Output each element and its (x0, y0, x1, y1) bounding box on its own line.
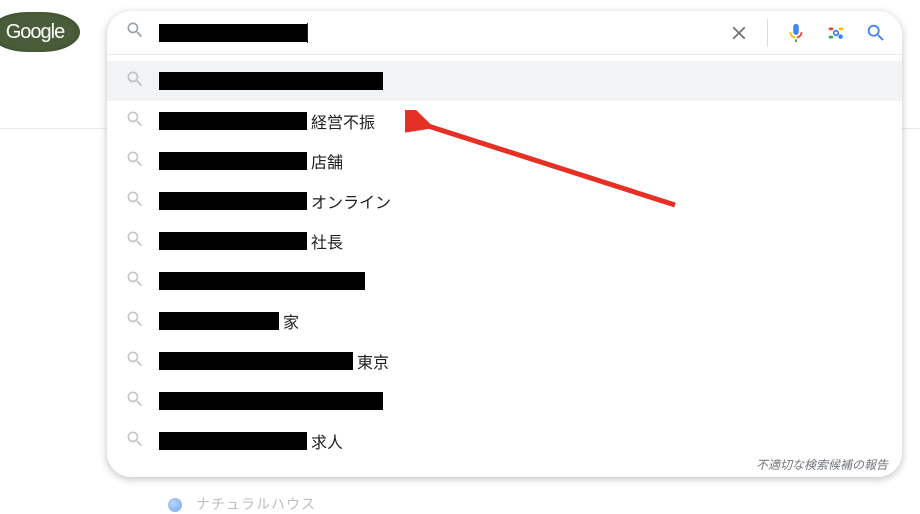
suggestion-item[interactable] (107, 261, 902, 301)
suggestion-item[interactable]: 社長 (107, 221, 902, 261)
logo-text: Google (6, 21, 65, 44)
suggestion-text: 家 (159, 309, 299, 333)
suggestion-text (159, 392, 383, 410)
search-icon (125, 20, 145, 45)
google-logo[interactable]: Google (0, 12, 80, 52)
redacted-text (159, 112, 307, 130)
suggestion-text (159, 72, 383, 90)
suggestion-suffix: 経営不振 (311, 109, 375, 133)
suggestions-list: 経営不振店舗オンライン社長家東京求人 (107, 55, 902, 471)
redacted-text (159, 192, 307, 210)
search-button-icon[interactable] (864, 21, 888, 45)
redacted-text (159, 232, 307, 250)
suggestion-item[interactable]: 店舗 (107, 141, 902, 181)
voice-search-icon[interactable] (784, 21, 808, 45)
suggestion-suffix: 社長 (311, 229, 343, 253)
suggestion-item[interactable]: 経営不振 (107, 101, 902, 141)
suggestion-suffix: オンライン (311, 189, 391, 213)
search-icon (125, 189, 145, 214)
suggestion-text (159, 272, 365, 290)
result-favicon (168, 498, 182, 512)
search-icon (125, 429, 145, 454)
search-dropdown-container: 経営不振店舗オンライン社長家東京求人 不適切な検索候補の報告 (107, 11, 902, 477)
redacted-text (159, 152, 307, 170)
clear-icon[interactable] (727, 21, 751, 45)
search-icon (125, 269, 145, 294)
suggestion-suffix: 店舗 (311, 149, 343, 173)
search-input[interactable] (159, 22, 717, 44)
redacted-text (159, 312, 279, 330)
suggestion-suffix: 家 (283, 309, 299, 333)
redacted-text (159, 432, 307, 450)
suggestion-item[interactable] (107, 381, 902, 421)
suggestion-item[interactable]: 東京 (107, 341, 902, 381)
suggestion-text: 東京 (159, 349, 389, 373)
search-icon (125, 229, 145, 254)
search-bar (107, 11, 902, 55)
suggestion-text: 経営不振 (159, 109, 375, 133)
redacted-text (159, 272, 365, 290)
suggestion-suffix: 求人 (311, 429, 343, 453)
suggestion-suffix: 東京 (357, 349, 389, 373)
suggestion-item[interactable]: オンライン (107, 181, 902, 221)
search-icon (125, 69, 145, 94)
suggestion-text: 求人 (159, 429, 343, 453)
search-icon (125, 389, 145, 414)
redacted-text (159, 392, 383, 410)
lens-icon[interactable] (824, 21, 848, 45)
suggestion-text: 社長 (159, 229, 343, 253)
search-icon (125, 109, 145, 134)
suggestion-text: 店舗 (159, 149, 343, 173)
search-icon (125, 309, 145, 334)
redacted-text (159, 72, 383, 90)
redacted-text (159, 352, 353, 370)
suggestion-text: オンライン (159, 189, 391, 213)
redacted-input-text (159, 24, 307, 42)
suggestion-item[interactable] (107, 61, 902, 101)
icon-divider (767, 19, 768, 47)
search-icon (125, 149, 145, 174)
text-cursor (307, 23, 308, 43)
suggestion-item[interactable]: 求人 (107, 421, 902, 461)
underlying-result-title: ナチュラルハウス (196, 494, 316, 514)
suggestion-item[interactable]: 家 (107, 301, 902, 341)
report-suggestions-link[interactable]: 不適切な検索候補の報告 (756, 456, 888, 473)
search-icon (125, 349, 145, 374)
